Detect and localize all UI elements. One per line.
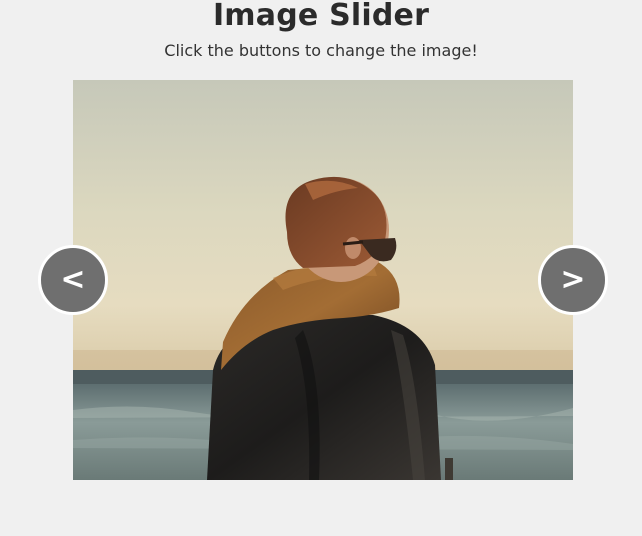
page-subtitle: Click the buttons to change the image! bbox=[164, 41, 478, 60]
next-button[interactable]: > bbox=[538, 245, 608, 315]
image-slider bbox=[73, 80, 573, 480]
page: Image Slider Click the buttons to change… bbox=[0, 0, 642, 536]
page-title: Image Slider bbox=[212, 0, 430, 33]
previous-button[interactable]: < bbox=[38, 245, 108, 315]
slide-image bbox=[73, 80, 573, 480]
